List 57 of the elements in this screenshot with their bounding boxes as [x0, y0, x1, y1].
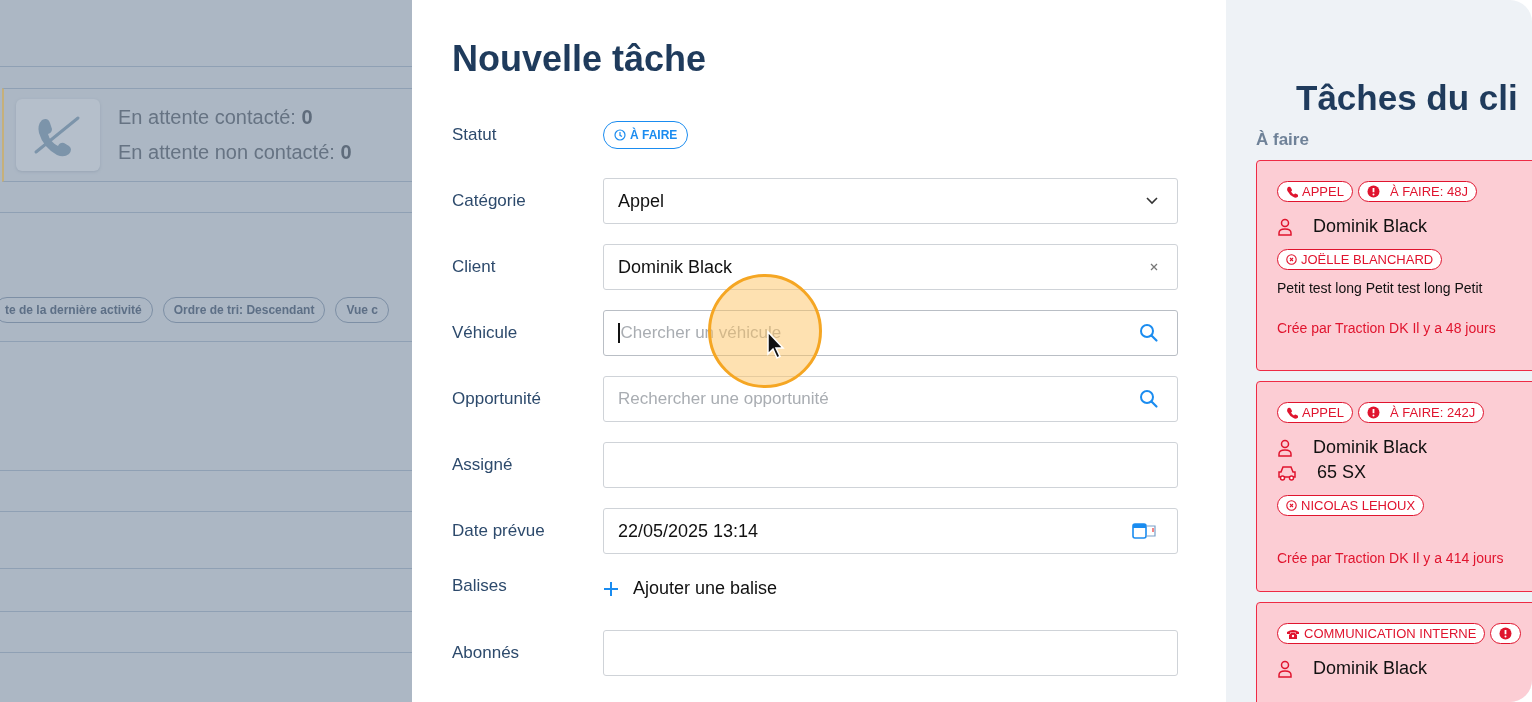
- category-select[interactable]: Appel: [603, 178, 1178, 224]
- field-label: Opportunité: [452, 389, 542, 409]
- panel-title: Tâches du cli: [1296, 78, 1519, 118]
- form-title: Nouvelle tâche: [452, 38, 708, 80]
- field-label: Client: [452, 257, 497, 277]
- search-icon[interactable]: [1139, 389, 1159, 409]
- date-field[interactable]: 22/05/2025 13:14: [603, 508, 1178, 554]
- person-icon: [1277, 659, 1293, 678]
- field-label: Balises: [452, 575, 508, 596]
- task-card[interactable]: APPEL À FAIRE: 242J Dominik Black 65 SX NICOLAS LEHOUX Crée par Traction DK Il y a 414 jours: [1256, 381, 1532, 592]
- phone-off-icon: [16, 99, 100, 171]
- clock-icon: [614, 129, 626, 141]
- person-icon: [1277, 438, 1293, 457]
- field-label: Catégorie: [452, 191, 527, 211]
- task-card[interactable]: APPEL À FAIRE: 48J Dominik Black JOËLLE BLANCHARD Petit test long Petit test long Petit Crée par Traction DK Il y a 48 jours: [1256, 160, 1532, 371]
- input-field[interactable]: [603, 630, 1178, 676]
- task-tag: À FAIRE: 48J: [1357, 181, 1477, 202]
- plus-icon: [603, 580, 619, 597]
- client-name: Dominik Black: [1313, 658, 1428, 679]
- client-field[interactable]: Dominik Black: [603, 244, 1178, 290]
- circle-x-icon: [1286, 500, 1297, 511]
- calendar-icon[interactable]: [1131, 521, 1159, 541]
- chevron-down-icon: [1145, 196, 1159, 206]
- created-by-text: Crée par Traction DK Il y a 48 jours: [1277, 320, 1496, 336]
- task-tag: À FAIRE: 242J: [1357, 402, 1485, 423]
- client-name: Dominik Black: [1313, 437, 1428, 458]
- task-card[interactable]: COMMUNICATION INTERNE Dominik Black: [1256, 602, 1532, 702]
- vehicle-name: 65 SX: [1317, 462, 1367, 483]
- alert-icon: [1366, 406, 1380, 419]
- add-tag-button[interactable]: Ajouter une balise: [603, 578, 778, 599]
- search-icon[interactable]: [1139, 323, 1159, 343]
- field-label: Véhicule: [452, 323, 519, 343]
- car-icon: [1277, 464, 1297, 481]
- alert-icon: [1366, 185, 1380, 198]
- task-tag: APPEL: [1277, 181, 1353, 202]
- task-description: Petit test long Petit test long Petit: [1277, 280, 1483, 296]
- desk-phone-icon: [1286, 627, 1300, 640]
- stat-line: En attente non contacté: 0: [118, 141, 352, 164]
- client-name: Dominik Black: [1313, 216, 1428, 237]
- field-label: Statut: [452, 125, 498, 145]
- created-by-text: Crée par Traction DK Il y a 414 jours: [1277, 550, 1504, 566]
- assignee-tag: NICOLAS LEHOUX: [1277, 495, 1425, 516]
- field-label: Date prévue: [452, 521, 546, 541]
- phone-icon: [1286, 406, 1298, 419]
- clear-icon[interactable]: [1149, 262, 1159, 272]
- field-label: Assigné: [452, 455, 514, 475]
- input-field[interactable]: [603, 442, 1178, 488]
- assignee-tag: JOËLLE BLANCHARD: [1277, 249, 1443, 270]
- person-icon: [1277, 217, 1293, 236]
- section-heading: À faire: [1256, 130, 1310, 150]
- circle-x-icon: [1286, 254, 1297, 265]
- alert-icon: [1499, 627, 1513, 640]
- stat-line: En attente contacté: 0: [118, 106, 314, 129]
- task-tag: COMMUNICATION INTERNE: [1277, 623, 1486, 644]
- field-label: Abonnés: [452, 643, 521, 663]
- task-tag: APPEL: [1277, 402, 1353, 423]
- phone-icon: [1286, 185, 1298, 198]
